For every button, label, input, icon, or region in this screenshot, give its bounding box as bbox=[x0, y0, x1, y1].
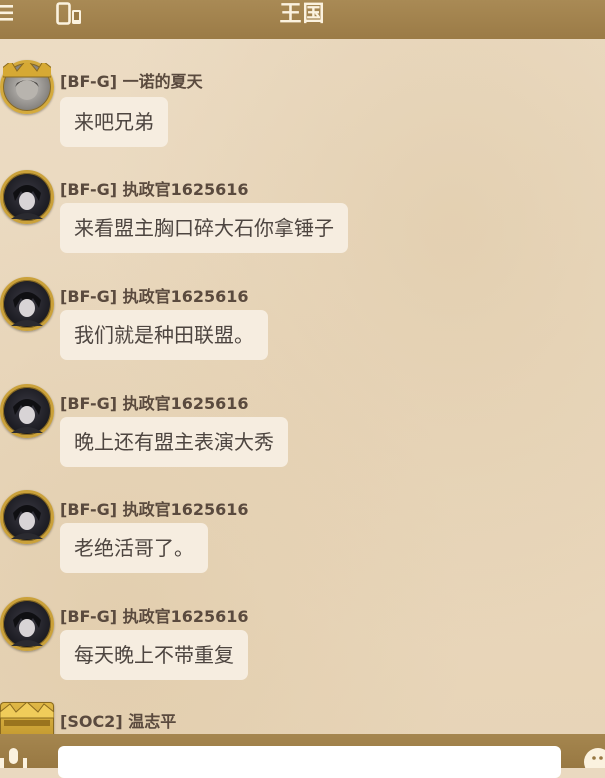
chat-message: [BF-G] 执政官1625616 晚上还有盟主表演大秀 bbox=[0, 380, 605, 470]
message-bubble[interactable]: 我们就是种田联盟。 bbox=[60, 310, 268, 360]
message-sender: [SOC2] 温志平 bbox=[60, 712, 177, 731]
message-sender: [BF-G] 一诺的夏天 bbox=[60, 72, 203, 91]
message-sender: [BF-G] 执政官1625616 bbox=[60, 607, 249, 626]
microphone-icon[interactable] bbox=[0, 744, 30, 768]
chat-message: [BF-G] 执政官1625616 每天晚上不带重复 bbox=[0, 593, 605, 683]
message-bubble[interactable]: 来吧兄弟 bbox=[60, 97, 168, 147]
message-bubble[interactable]: 老绝活哥了。 bbox=[60, 523, 208, 573]
emoji-icon[interactable] bbox=[582, 744, 605, 776]
chat-message: [BF-G] 一诺的夏天 来吧兄弟 bbox=[0, 58, 605, 148]
chat-input[interactable] bbox=[58, 746, 561, 778]
avatar[interactable] bbox=[0, 490, 54, 544]
message-bubble[interactable]: 每天晚上不带重复 bbox=[60, 630, 248, 680]
avatar[interactable] bbox=[0, 277, 54, 331]
message-bubble[interactable]: 晚上还有盟主表演大秀 bbox=[60, 417, 288, 467]
message-sender: [BF-G] 执政官1625616 bbox=[60, 394, 249, 413]
avatar[interactable] bbox=[0, 702, 54, 734]
chat-message: [SOC2] 温志平 bbox=[0, 700, 605, 734]
page-title: 王国 bbox=[279, 2, 326, 27]
message-sender: [BF-G] 执政官1625616 bbox=[60, 180, 249, 199]
top-bar: 王国 bbox=[0, 0, 605, 39]
avatar[interactable] bbox=[0, 597, 54, 651]
message-sender: [BF-G] 执政官1625616 bbox=[60, 287, 249, 306]
message-bubble[interactable]: 来看盟主胸口碎大石你拿锤子 bbox=[60, 203, 348, 253]
chat-message: [BF-G] 执政官1625616 老绝活哥了。 bbox=[0, 486, 605, 576]
chat-message: [BF-G] 执政官1625616 我们就是种田联盟。 bbox=[0, 273, 605, 363]
avatar[interactable] bbox=[0, 60, 54, 114]
avatar[interactable] bbox=[0, 170, 54, 224]
chat-message: [BF-G] 执政官1625616 来看盟主胸口碎大石你拿锤子 bbox=[0, 166, 605, 256]
avatar[interactable] bbox=[0, 384, 54, 438]
message-sender: [BF-G] 执政官1625616 bbox=[60, 500, 249, 519]
